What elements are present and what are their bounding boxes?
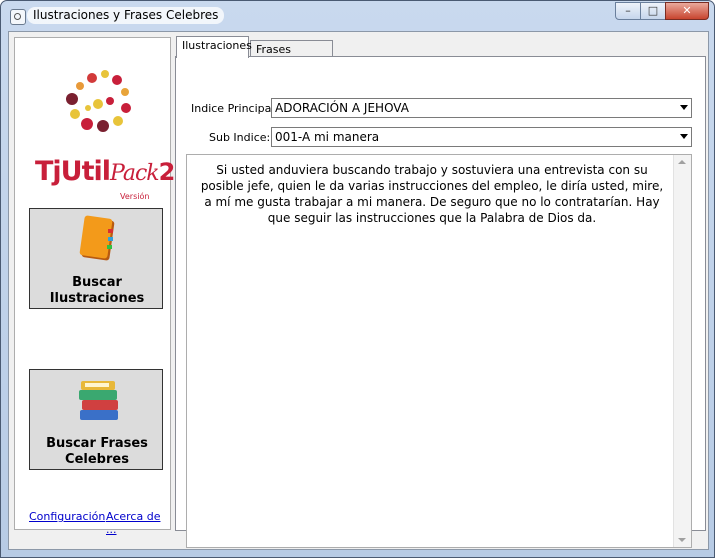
sub-index-value: 001-A mi manera	[275, 130, 380, 144]
scroll-up-icon[interactable]	[678, 160, 686, 164]
settings-link[interactable]: Configuración	[29, 510, 105, 523]
search-illustrations-label: Buscar Ilustraciones	[49, 275, 145, 306]
search-quotes-button[interactable]: Buscar Frases Celebres	[29, 369, 163, 470]
illustration-text: Si usted anduviera buscando trabajo y so…	[200, 163, 664, 225]
window-title: Ilustraciones y Frases Celebres	[27, 7, 225, 24]
tab-ilustraciones[interactable]: Ilustraciones	[176, 36, 252, 58]
vertical-scrollbar[interactable]	[673, 155, 691, 547]
illustration-text-area[interactable]: Si usted anduviera buscando trabajo y so…	[186, 154, 692, 548]
title-bar[interactable]: Ilustraciones y Frases Celebres – □ ✕	[1, 1, 714, 31]
app-window: Ilustraciones y Frases Celebres – □ ✕ Tj…	[0, 0, 715, 558]
chevron-down-icon	[680, 105, 688, 110]
search-illustrations-button[interactable]: Buscar Ilustraciones	[29, 208, 163, 309]
left-panel: TjUtilPack2 Versión Buscar Ilustraciones	[14, 37, 175, 536]
close-button[interactable]: ✕	[665, 2, 709, 20]
logo-version: Versión	[120, 192, 150, 201]
sub-index-label: Sub Indice:	[209, 131, 271, 144]
close-icon: ✕	[682, 4, 692, 17]
main-index-select[interactable]: ADORACIÓN A JEHOVA	[271, 98, 692, 118]
minimize-icon: –	[625, 4, 631, 17]
books-stack-icon	[79, 381, 118, 420]
book-icon	[79, 215, 115, 261]
main-index-value: ADORACIÓN A JEHOVA	[275, 101, 409, 115]
maximize-icon: □	[647, 4, 659, 17]
about-link[interactable]: Acerca de ...	[106, 510, 170, 536]
client-area: TjUtilPack2 Versión Buscar Ilustraciones	[8, 31, 709, 550]
search-quotes-label: Buscar Frases Celebres	[46, 436, 148, 467]
logo-wordmark: TjUtilPack2	[35, 156, 175, 187]
sub-index-select[interactable]: 001-A mi manera	[271, 127, 692, 147]
tab-page-ilustraciones: Indice Principal: ADORACIÓN A JEHOVA Sub…	[175, 56, 706, 548]
main-index-label: Indice Principal:	[191, 102, 279, 115]
minimize-button[interactable]: –	[615, 2, 641, 20]
logo: TjUtilPack2 Versión	[30, 56, 175, 201]
scroll-down-icon[interactable]	[678, 538, 686, 542]
chevron-down-icon	[680, 134, 688, 139]
magnifier-icon	[10, 9, 26, 25]
maximize-button[interactable]: □	[640, 2, 666, 20]
